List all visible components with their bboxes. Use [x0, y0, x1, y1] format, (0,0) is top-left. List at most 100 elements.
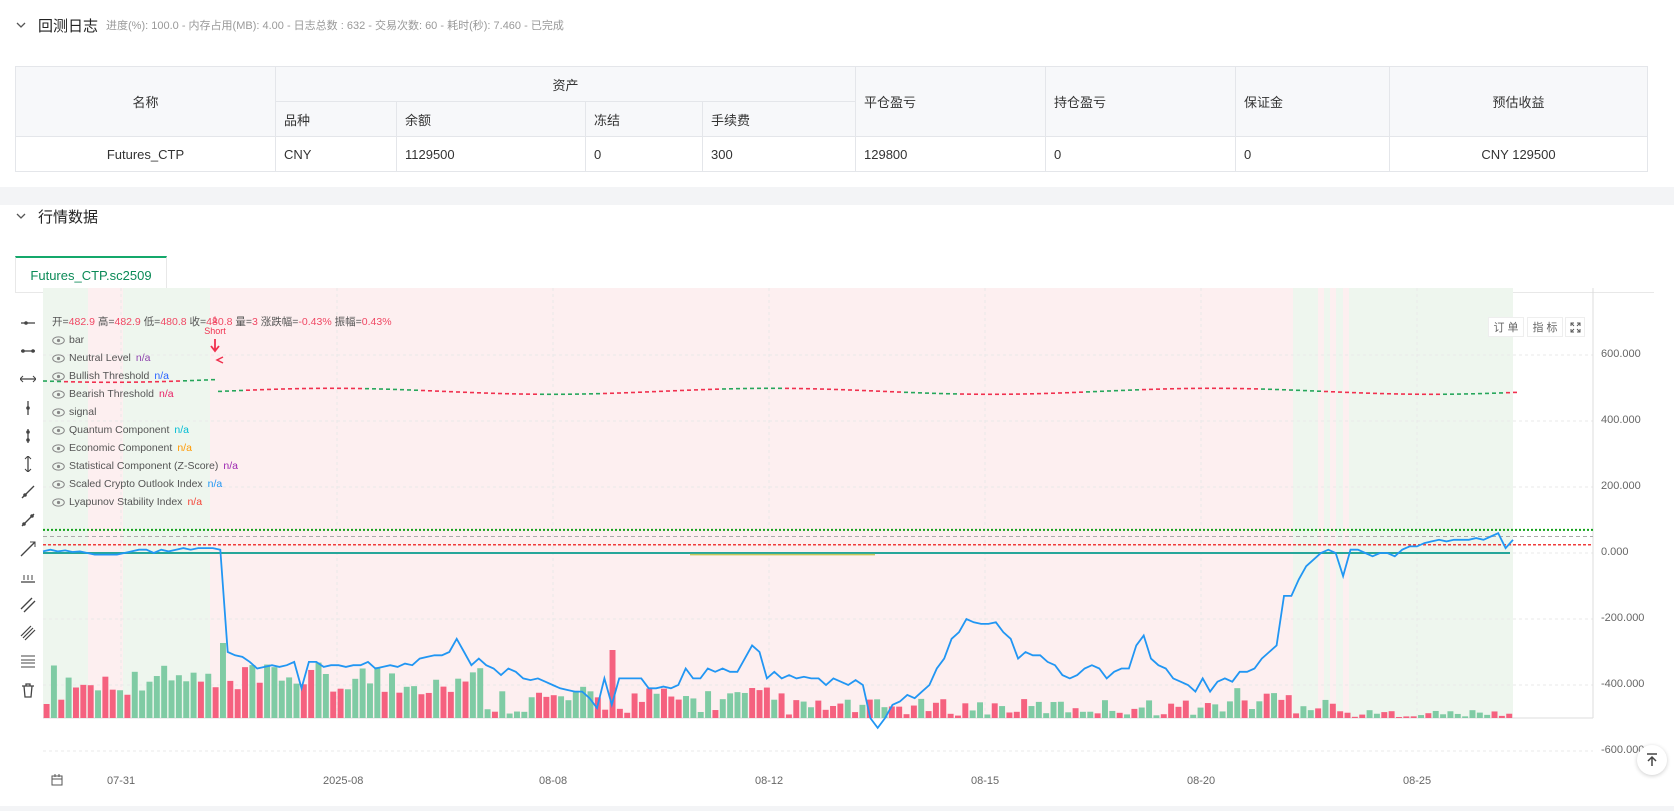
eye-icon[interactable]	[52, 479, 65, 489]
legend-item-neutral-level[interactable]: Neutral Level n/a	[52, 349, 392, 367]
eye-icon[interactable]	[52, 353, 65, 363]
legend-value: n/a	[223, 460, 238, 472]
volume-bar	[1476, 712, 1483, 718]
legend-item-quantum-component[interactable]: Quantum Component n/a	[52, 421, 392, 439]
volume-bar	[690, 698, 697, 718]
volume-bar	[1447, 711, 1454, 718]
y-tick-label: 0.000	[1601, 546, 1629, 558]
volume-bar	[1241, 700, 1248, 718]
amplitude-value: 0.43%	[361, 316, 392, 328]
eye-icon[interactable]	[52, 425, 65, 435]
volume-bar	[359, 668, 366, 718]
calendar-icon[interactable]	[51, 773, 63, 791]
eye-icon[interactable]	[52, 497, 65, 507]
chevron-down-icon[interactable]	[16, 20, 26, 30]
price-range-tool-icon[interactable]	[17, 563, 39, 591]
trend-line-tool-icon[interactable]	[17, 478, 39, 506]
volume-bar	[1337, 711, 1344, 718]
legend-item-bar[interactable]: bar	[52, 331, 392, 349]
volume-bar	[800, 701, 807, 718]
y-tick-label: -400.000	[1601, 678, 1645, 690]
volume-bar	[227, 680, 234, 718]
volume-bar	[389, 673, 395, 718]
cell-variety: CNY	[275, 136, 397, 172]
trash-icon[interactable]	[17, 675, 39, 703]
segment-tool-icon[interactable]	[17, 506, 39, 534]
volume-bar	[925, 711, 932, 718]
eye-icon[interactable]	[52, 443, 65, 453]
indicators-button[interactable]: 指 标	[1527, 317, 1563, 337]
fib-retracement-tool-icon[interactable]	[17, 647, 39, 675]
horizontal-ray-tool-icon[interactable]	[17, 309, 39, 337]
fork-tool-icon[interactable]	[17, 619, 39, 647]
legend-item-economic-component[interactable]: Economic Component n/a	[52, 439, 392, 457]
volume-bar	[403, 686, 410, 718]
volume-bar	[139, 690, 146, 718]
volume-bar	[1160, 714, 1167, 718]
eye-icon[interactable]	[52, 461, 65, 471]
volume-bar	[1271, 693, 1277, 718]
volume-bar	[418, 694, 425, 718]
vertical-ray-tool-icon[interactable]	[17, 450, 39, 478]
volume-bar	[1425, 713, 1432, 718]
eye-icon[interactable]	[52, 371, 65, 381]
volume-bar	[1021, 699, 1028, 718]
volume-bar	[1506, 713, 1513, 718]
legend-item-bullish-threshold[interactable]: Bullish Threshold n/a	[52, 367, 392, 385]
volume-bar	[602, 709, 609, 718]
eye-icon[interactable]	[52, 335, 65, 345]
extended-line-tool-icon[interactable]	[17, 365, 39, 393]
legend-value: n/a	[135, 352, 151, 364]
volume-bar	[469, 672, 476, 718]
eye-icon[interactable]	[52, 389, 65, 399]
parallel-channel-tool-icon[interactable]	[17, 591, 39, 619]
volume-bar	[1432, 710, 1439, 718]
col-balance: 余额	[396, 101, 586, 137]
volume-bar	[197, 681, 204, 718]
volume-bar	[1035, 701, 1042, 718]
cell-margin: 0	[1235, 136, 1390, 172]
fullscreen-icon[interactable]	[1565, 317, 1585, 337]
volume-bar	[763, 687, 770, 718]
volume-bar	[1197, 707, 1204, 718]
col-name: 名称	[15, 66, 276, 137]
volume-bar	[183, 681, 190, 718]
orders-button[interactable]: 订 单	[1488, 317, 1524, 337]
volume-bar	[1072, 708, 1079, 718]
volume-bar	[1168, 703, 1175, 718]
cell-fee: 300	[702, 136, 856, 172]
back-to-top-button[interactable]	[1637, 745, 1667, 775]
legend-item-scaled-crypto-outlook-index[interactable]: Scaled Crypto Outlook Index n/a	[52, 475, 392, 493]
legend-item-bearish-threshold[interactable]: Bearish Threshold n/a	[52, 385, 392, 403]
eye-icon[interactable]	[52, 407, 65, 417]
indicator-legend: 开= 482.9 高= 482.9 低= 480.8 收= 480.8 量= 3 涨跌幅=…	[52, 313, 392, 511]
volume-bar	[1315, 708, 1322, 718]
vertical-segment-tool-icon[interactable]	[17, 422, 39, 450]
cell-close-pnl: 129800	[855, 136, 1046, 172]
volume-bar	[874, 699, 881, 718]
ray-tool-icon[interactable]	[17, 535, 39, 563]
backtest-log-header[interactable]: 回测日志 进度(%): 100.0 - 内存占用(MB): 4.00 - 日志总…	[16, 14, 564, 36]
amplitude-label: 振幅=	[334, 316, 362, 328]
volume-bar	[1454, 713, 1461, 718]
bear-region-bg	[1330, 288, 1336, 718]
volume-bar	[80, 684, 87, 718]
volume-bar	[830, 705, 836, 718]
volume-bar	[918, 698, 925, 718]
change-value: -0.43%	[298, 316, 332, 328]
vertical-line-tool-icon[interactable]	[17, 394, 39, 422]
volume-bar	[256, 682, 263, 718]
volume-bar	[969, 710, 976, 718]
horizontal-line-tool-icon[interactable]	[17, 337, 39, 365]
legend-item-statistical-component-z-score[interactable]: Statistical Component (Z-Score) n/a	[52, 457, 392, 475]
legend-item-signal[interactable]: signal	[52, 403, 392, 421]
volume-bar	[638, 701, 645, 718]
volume-bar	[1094, 713, 1101, 718]
legend-value: n/a	[174, 424, 190, 436]
volume-bar	[962, 703, 969, 718]
legend-item-lyapunov-stability-index[interactable]: Lyapunov Stability Index n/a	[52, 493, 392, 511]
volume-bar	[374, 667, 381, 718]
volume-bar	[242, 667, 248, 718]
close-label: 收=	[189, 316, 207, 328]
volume-bar	[756, 690, 763, 718]
